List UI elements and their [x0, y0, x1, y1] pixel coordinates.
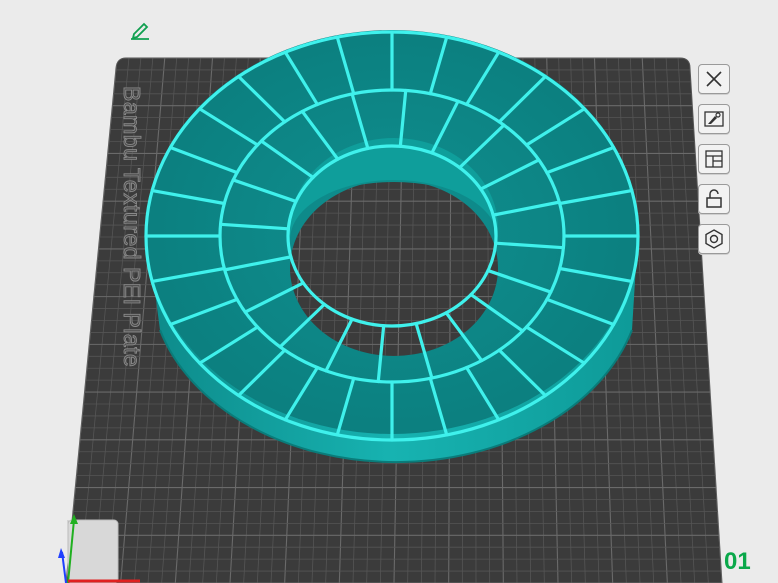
- plate-index[interactable]: 01: [724, 548, 751, 576]
- plate-toolbar: [698, 64, 738, 264]
- delete-plate-icon: [706, 71, 722, 87]
- plate-layout-icon: [705, 150, 723, 168]
- lock-plate-button[interactable]: [698, 184, 730, 214]
- plate-settings-button[interactable]: [698, 224, 730, 254]
- arrange-plate-icon: [704, 111, 724, 127]
- 3d-viewport[interactable]: Bambu Textured PEI Plate: [0, 0, 778, 583]
- edit-pencil-icon[interactable]: [128, 20, 152, 40]
- plate-layout-button[interactable]: [698, 144, 730, 174]
- delete-plate-button[interactable]: [698, 64, 730, 94]
- arrange-plate-button[interactable]: [698, 104, 730, 134]
- plate-settings-icon: [705, 229, 723, 249]
- plate-label: Bambu Textured PEI Plate: [119, 86, 145, 367]
- lock-plate-icon: [706, 189, 722, 208]
